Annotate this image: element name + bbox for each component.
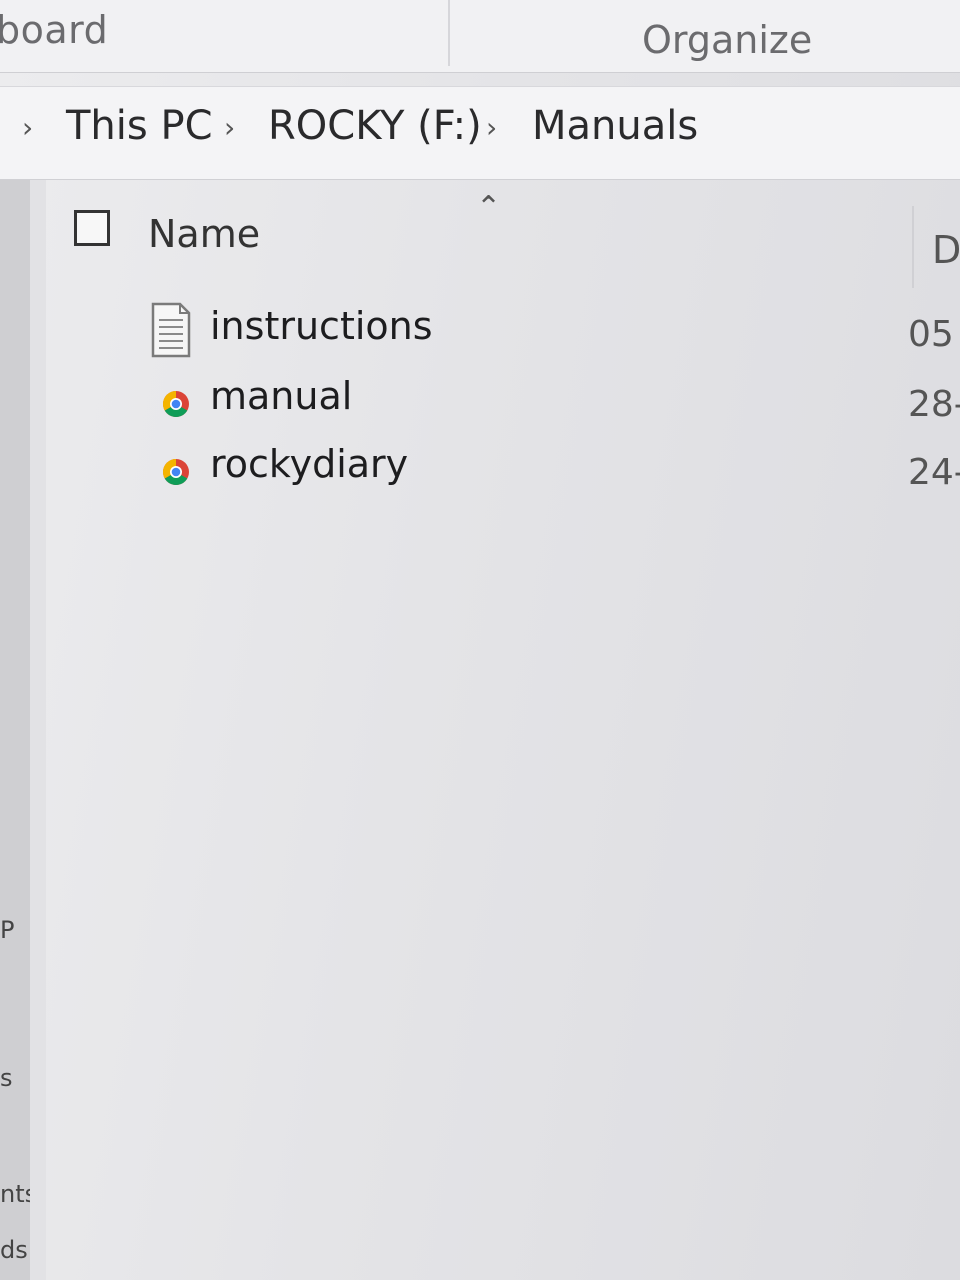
file-row-instructions[interactable]: instructions 05 [150,302,960,362]
sort-ascending-icon: ⌃ [476,190,502,225]
breadcrumb-rocky-drive[interactable]: ROCKY (F:) [268,103,482,149]
file-row-manual[interactable]: manual 28- [150,372,960,432]
nav-item-fragment[interactable]: P [0,916,14,944]
ribbon-group-clipboard-label: board [0,8,109,52]
file-explorer-window: board Organize › This PC › ROCKY (F:) › … [0,0,960,1280]
chrome-html-icon [150,440,200,500]
ribbon-divider [448,0,450,66]
text-document-icon [150,302,200,362]
breadcrumb-manuals[interactable]: Manuals [532,103,698,149]
address-bar[interactable]: › This PC › ROCKY (F:) › Manuals [0,86,960,180]
file-name: rockydiary [210,442,409,486]
chrome-html-icon [150,372,200,432]
nav-item-fragment[interactable]: s [0,1064,13,1092]
file-date-modified: 28- [908,384,960,425]
file-name: instructions [210,304,433,348]
navigation-pane[interactable]: P s nts ds [0,180,37,1280]
select-all-checkbox[interactable] [74,210,110,246]
file-name: manual [210,374,353,418]
column-header-date[interactable]: D [932,228,960,272]
breadcrumb-chevron-icon[interactable]: › [224,111,235,144]
file-date-modified: 05 [908,314,954,355]
column-divider[interactable] [912,206,914,288]
file-row-rockydiary[interactable]: rockydiary 24- [150,440,960,500]
file-date-modified: 24- [908,452,960,493]
ribbon: board Organize [0,0,960,73]
column-header-name[interactable]: Name [148,212,260,256]
ribbon-group-organize-label: Organize [642,18,813,62]
nav-item-fragment[interactable]: ds [0,1236,28,1264]
pane-splitter[interactable] [30,180,46,1280]
breadcrumb-this-pc[interactable]: This PC [66,103,213,149]
breadcrumb-chevron-icon[interactable]: › [486,111,497,144]
breadcrumb-chevron-icon[interactable]: › [22,111,33,144]
